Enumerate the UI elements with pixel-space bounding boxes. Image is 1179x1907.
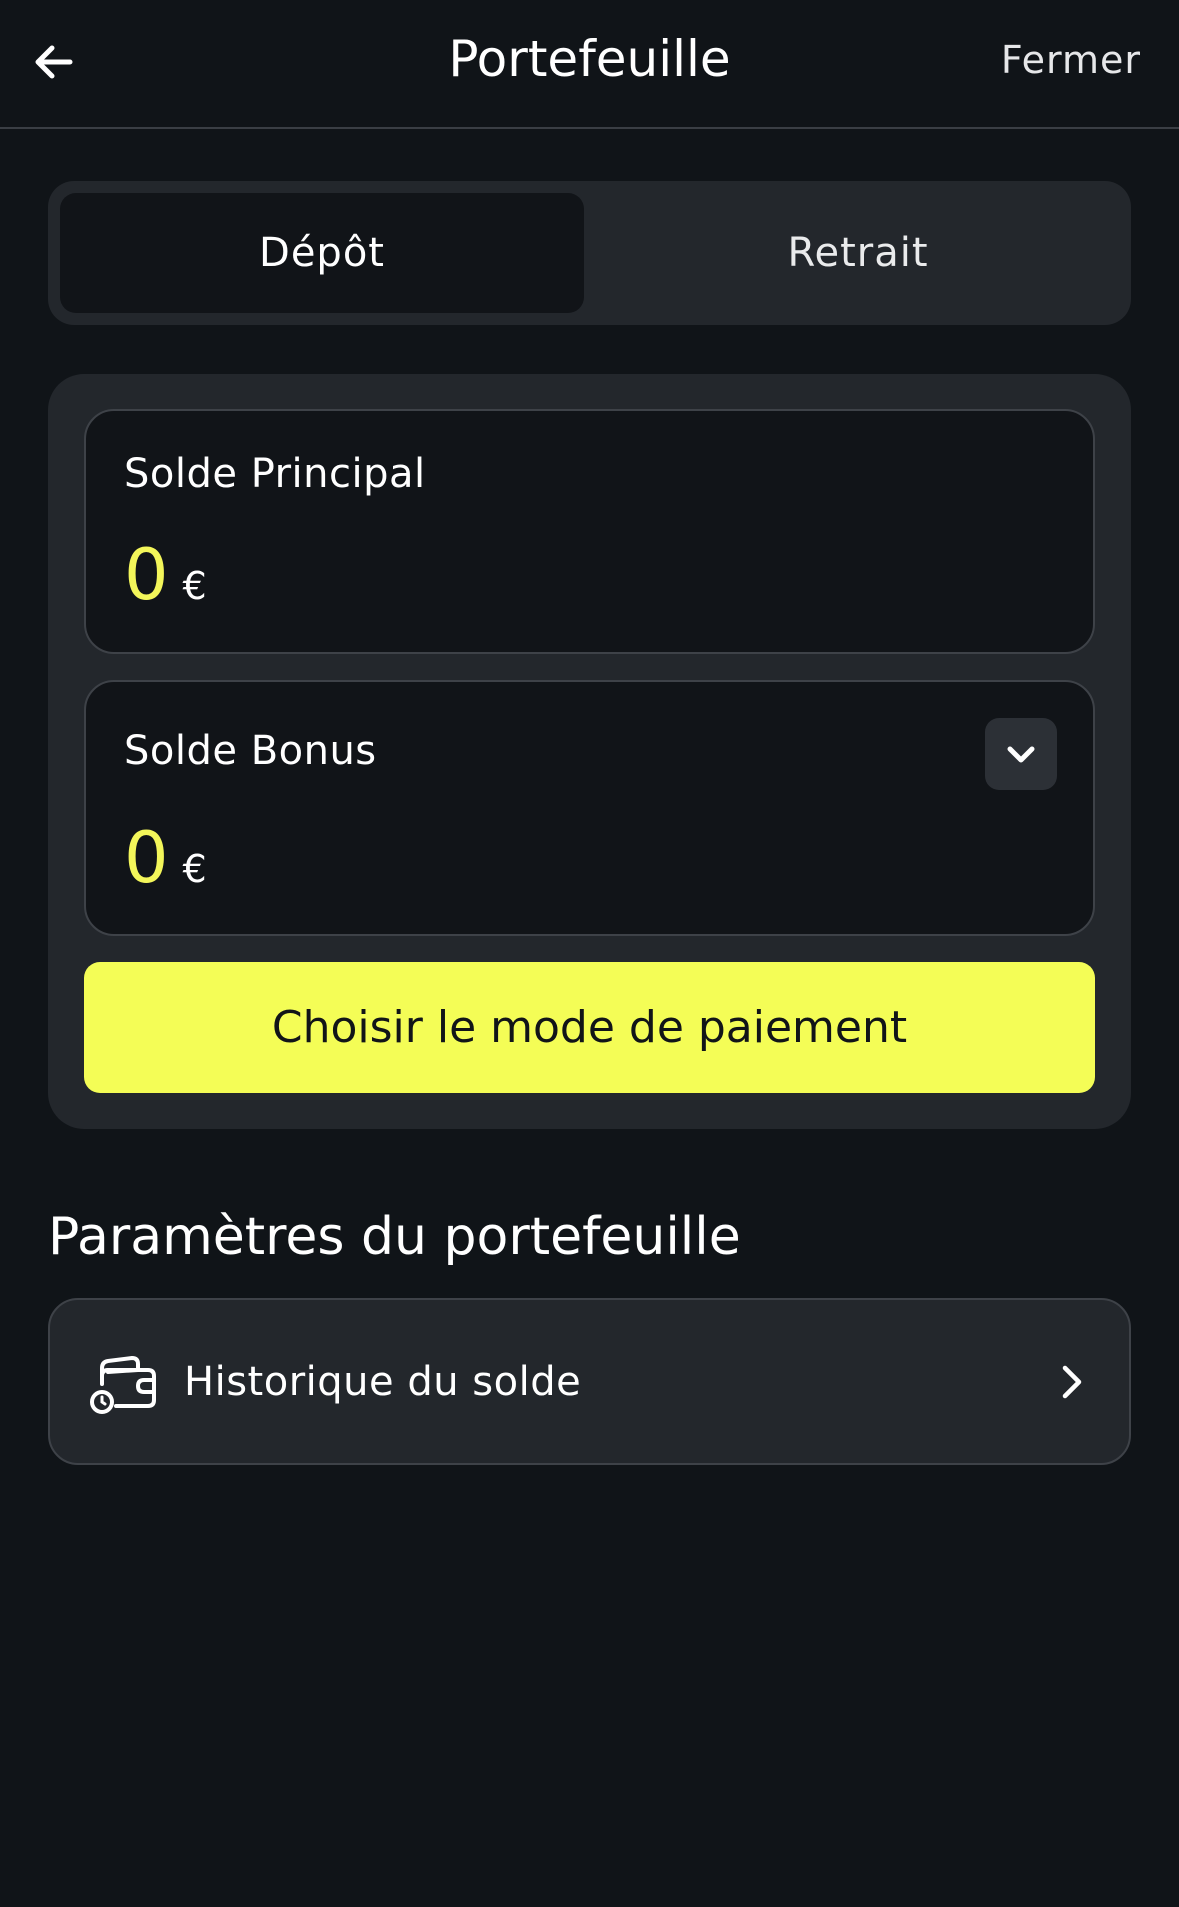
bonus-balance-currency: € — [182, 847, 207, 891]
wallet-settings-title: Paramètres du portefeuille — [48, 1207, 741, 1267]
chevron-down-icon — [1007, 746, 1035, 763]
choose-payment-method-button[interactable]: Choisir le mode de paiement — [84, 962, 1095, 1093]
balance-history-row[interactable]: Historique du solde — [48, 1298, 1131, 1465]
bonus-balance-card: Solde Bonus 0 € — [84, 680, 1095, 936]
bonus-balance-label: Solde Bonus — [124, 728, 377, 774]
balance-panel: Solde Principal 0 € Solde Bonus 0 € Choi… — [48, 374, 1131, 1129]
main-balance-value: 0 — [124, 534, 169, 616]
bonus-expand-button[interactable] — [985, 718, 1057, 790]
deposit-withdraw-switch: Dépôt Retrait — [48, 181, 1131, 325]
app-header: Portefeuille Fermer — [0, 0, 1179, 129]
main-balance-label: Solde Principal — [124, 451, 426, 497]
bonus-balance-value: 0 — [124, 817, 169, 899]
tab-deposit[interactable]: Dépôt — [60, 193, 584, 313]
balance-history-label: Historique du solde — [184, 1359, 582, 1405]
main-balance-currency: € — [182, 564, 207, 608]
bonus-balance-amount: 0 € — [124, 818, 207, 898]
main-balance-amount: 0 € — [124, 535, 207, 615]
close-button[interactable]: Fermer — [1001, 32, 1141, 88]
chevron-right-icon — [1062, 1365, 1082, 1399]
main-balance-card: Solde Principal 0 € — [84, 409, 1095, 654]
wallet-history-icon — [90, 1356, 156, 1414]
tab-withdraw[interactable]: Retrait — [596, 193, 1120, 313]
